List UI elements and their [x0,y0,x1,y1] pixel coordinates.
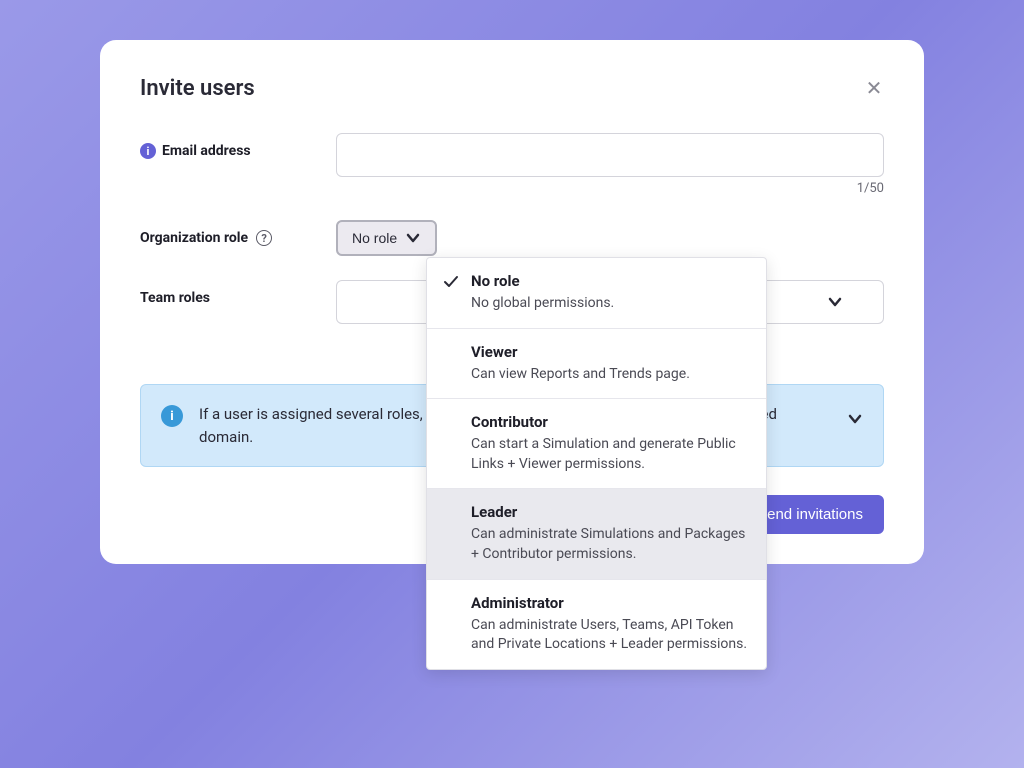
info-icon: i [140,143,156,159]
email-input-col: 1/50 [336,133,884,196]
role-desc: Can view Reports and Trends page. [471,365,748,385]
modal-title: Invite users [140,76,255,101]
org-role-row: Organization role ? No role [140,220,884,256]
role-desc: Can administrate Users, Teams, API Token… [471,616,748,655]
email-field[interactable] [336,133,884,177]
email-label: Email address [162,143,251,159]
email-counter: 1/50 [336,181,884,196]
role-option-administrator[interactable]: Administrator Can administrate Users, Te… [427,580,766,669]
email-label-col: i Email address [140,133,336,159]
role-title: No role [471,272,748,290]
help-icon[interactable]: ? [256,230,272,246]
role-option-no-role[interactable]: No role No global permissions. [427,258,766,329]
org-role-label: Organization role [140,230,248,246]
role-desc: Can administrate Simulations and Package… [471,525,748,564]
role-desc: No global permissions. [471,294,748,314]
org-role-dropdown-trigger[interactable]: No role [336,220,437,256]
org-role-dropdown: No role No global permissions. Viewer Ca… [426,257,767,670]
chevron-down-icon [847,411,863,431]
org-role-selected: No role [352,230,397,246]
close-icon: ✕ [866,78,883,100]
check-icon [443,274,459,294]
role-title: Viewer [471,343,748,361]
role-title: Leader [471,503,748,521]
org-role-label-col: Organization role ? [140,220,336,246]
chevron-down-icon [827,294,843,310]
org-role-input-col: No role [336,220,884,256]
role-desc: Can start a Simulation and generate Publ… [471,435,748,474]
close-button[interactable]: ✕ [864,79,884,99]
role-title: Administrator [471,594,748,612]
chevron-down-icon [405,230,421,246]
modal-header: Invite users ✕ [140,76,884,101]
email-row: i Email address 1/50 [140,133,884,196]
info-icon: i [161,405,183,427]
role-option-leader[interactable]: Leader Can administrate Simulations and … [427,489,766,579]
role-option-viewer[interactable]: Viewer Can view Reports and Trends page. [427,329,766,400]
team-roles-label-col: Team roles [140,280,336,306]
role-option-contributor[interactable]: Contributor Can start a Simulation and g… [427,399,766,489]
role-title: Contributor [471,413,748,431]
team-roles-label: Team roles [140,290,210,306]
